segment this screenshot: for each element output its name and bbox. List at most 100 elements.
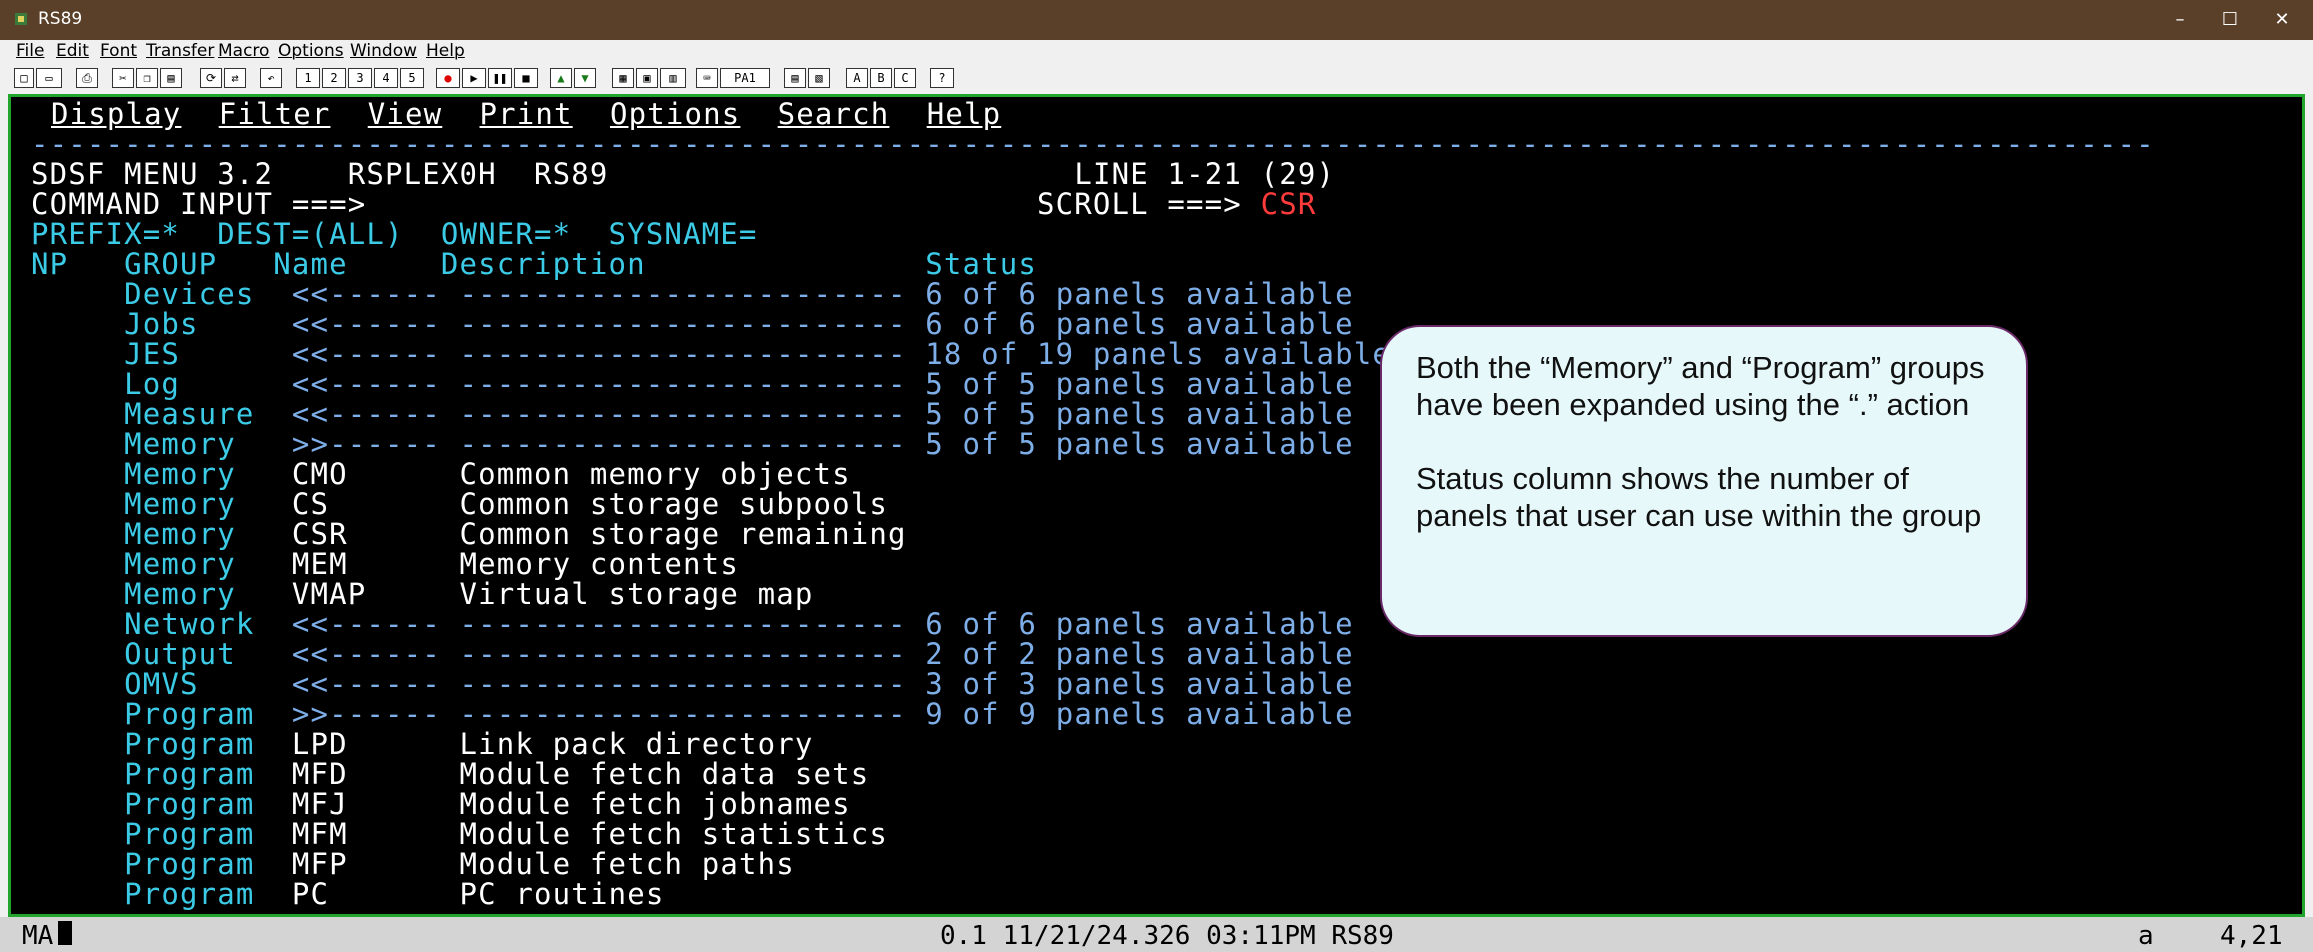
table-row: Program PC PC routines [31,879,664,909]
np-cell[interactable] [31,847,124,881]
group-cell[interactable]: Log [124,367,180,401]
macro-1-button[interactable]: 1 [296,68,320,88]
group-cell[interactable]: Program [124,757,254,791]
action-filter[interactable]: Filter [219,97,331,131]
group-cell[interactable]: Network [124,607,254,641]
paste-icon[interactable]: ▤ [160,68,182,88]
menu-macro[interactable]: Macro [218,41,269,61]
pa1-button[interactable]: PA1 [720,68,770,88]
np-cell[interactable] [31,877,124,911]
np-cell[interactable] [31,577,124,611]
np-cell[interactable] [31,307,124,341]
np-cell[interactable] [31,517,124,551]
table-row: Program MFM Module fetch statistics [31,819,888,849]
np-cell[interactable] [31,547,124,581]
group-cell[interactable]: Program [124,727,254,761]
action-display[interactable]: Display [51,97,181,131]
group-cell[interactable]: OMVS [124,667,199,701]
np-cell[interactable] [31,667,124,701]
cut-icon[interactable]: ✂ [112,68,134,88]
undo-icon[interactable]: ↶ [260,68,282,88]
group-cell[interactable]: Memory [124,457,236,491]
open-folder-icon[interactable]: ▭ [36,68,62,88]
scroll-value[interactable]: CSR [1261,187,1317,221]
macro-2-button[interactable]: 2 [322,68,346,88]
minimize-button[interactable]: – [2153,4,2207,36]
record-icon[interactable]: ● [436,68,460,88]
session-icon[interactable]: ▦ [612,68,634,88]
group-cell[interactable]: Memory [124,487,236,521]
session-a-button[interactable]: A [846,68,868,88]
group-cell[interactable]: Program [124,877,254,911]
macro-3-button[interactable]: 3 [348,68,372,88]
menu-transfer[interactable]: Transfer [146,41,214,61]
group-cell[interactable]: JES [124,337,180,371]
menu-options[interactable]: Options [278,41,344,61]
macro-4-button[interactable]: 4 [374,68,398,88]
action-search[interactable]: Search [778,97,890,131]
menu-edit[interactable]: Edit [56,41,89,61]
table-row: Jobs <<------ ------------------------ 6… [31,309,1354,339]
pause-icon[interactable]: ❚❚ [488,68,512,88]
action-print[interactable]: Print [480,97,573,131]
book-icon[interactable]: ▤ [784,68,806,88]
np-cell[interactable] [31,637,124,671]
new-session-icon[interactable]: □ [14,68,34,88]
status-cell: 6 of 6 panels available [925,607,1354,641]
menu-window[interactable]: Window [350,41,417,61]
group-cell[interactable]: Devices [124,277,254,311]
display-icon[interactable]: ▣ [636,68,658,88]
np-cell[interactable] [31,457,124,491]
np-cell[interactable] [31,817,124,851]
group-cell[interactable]: Program [124,817,254,851]
menu-help[interactable]: Help [426,41,465,61]
close-button[interactable]: ✕ [2255,4,2309,36]
np-cell[interactable] [31,607,124,641]
session-b-button[interactable]: B [870,68,892,88]
np-cell[interactable] [31,367,124,401]
np-cell[interactable] [31,757,124,791]
group-cell[interactable]: Program [124,697,254,731]
maximize-button[interactable]: ☐ [2203,4,2257,36]
session-c-button[interactable]: C [894,68,916,88]
menu-file[interactable]: File [16,41,44,61]
group-cell[interactable]: Program [124,787,254,821]
np-cell[interactable] [31,397,124,431]
description-cell: ------------------------ [459,607,907,641]
np-cell[interactable] [31,727,124,761]
group-cell[interactable]: Output [124,637,236,671]
settings-icon[interactable]: ▥ [660,68,686,88]
group-cell[interactable]: Program [124,847,254,881]
group-cell[interactable]: Measure [124,397,254,431]
download-icon[interactable]: ▼ [574,68,596,88]
copy-icon[interactable]: ❐ [136,68,158,88]
group-cell[interactable]: Memory [124,517,236,551]
np-cell[interactable] [31,487,124,521]
group-cell[interactable]: Memory [124,547,236,581]
action-help[interactable]: Help [927,97,1002,131]
group-cell[interactable]: Jobs [124,307,199,341]
stop-icon[interactable]: ■ [514,68,538,88]
refresh-icon[interactable]: ▧ [808,68,830,88]
play-icon[interactable]: ▶ [462,68,486,88]
action-options[interactable]: Options [610,97,740,131]
group-cell[interactable]: Memory [124,577,236,611]
command-input-label[interactable]: COMMAND INPUT ===> [31,187,366,221]
macro-5-button[interactable]: 5 [400,68,424,88]
action-view[interactable]: View [368,97,443,131]
print-icon[interactable]: ⎙ [76,68,98,88]
np-cell[interactable] [31,337,124,371]
group-cell[interactable]: Memory [124,427,236,461]
np-cell[interactable] [31,427,124,461]
upload-icon[interactable]: ▲ [550,68,572,88]
np-cell[interactable] [31,277,124,311]
disconnect-icon[interactable]: ⇄ [224,68,246,88]
keyboard-icon[interactable]: ⌨ [696,68,718,88]
help-icon[interactable]: ? [930,68,954,88]
connect-icon[interactable]: ⟳ [200,68,222,88]
np-cell[interactable] [31,697,124,731]
np-cell[interactable] [31,787,124,821]
menu-font[interactable]: Font [100,41,137,61]
